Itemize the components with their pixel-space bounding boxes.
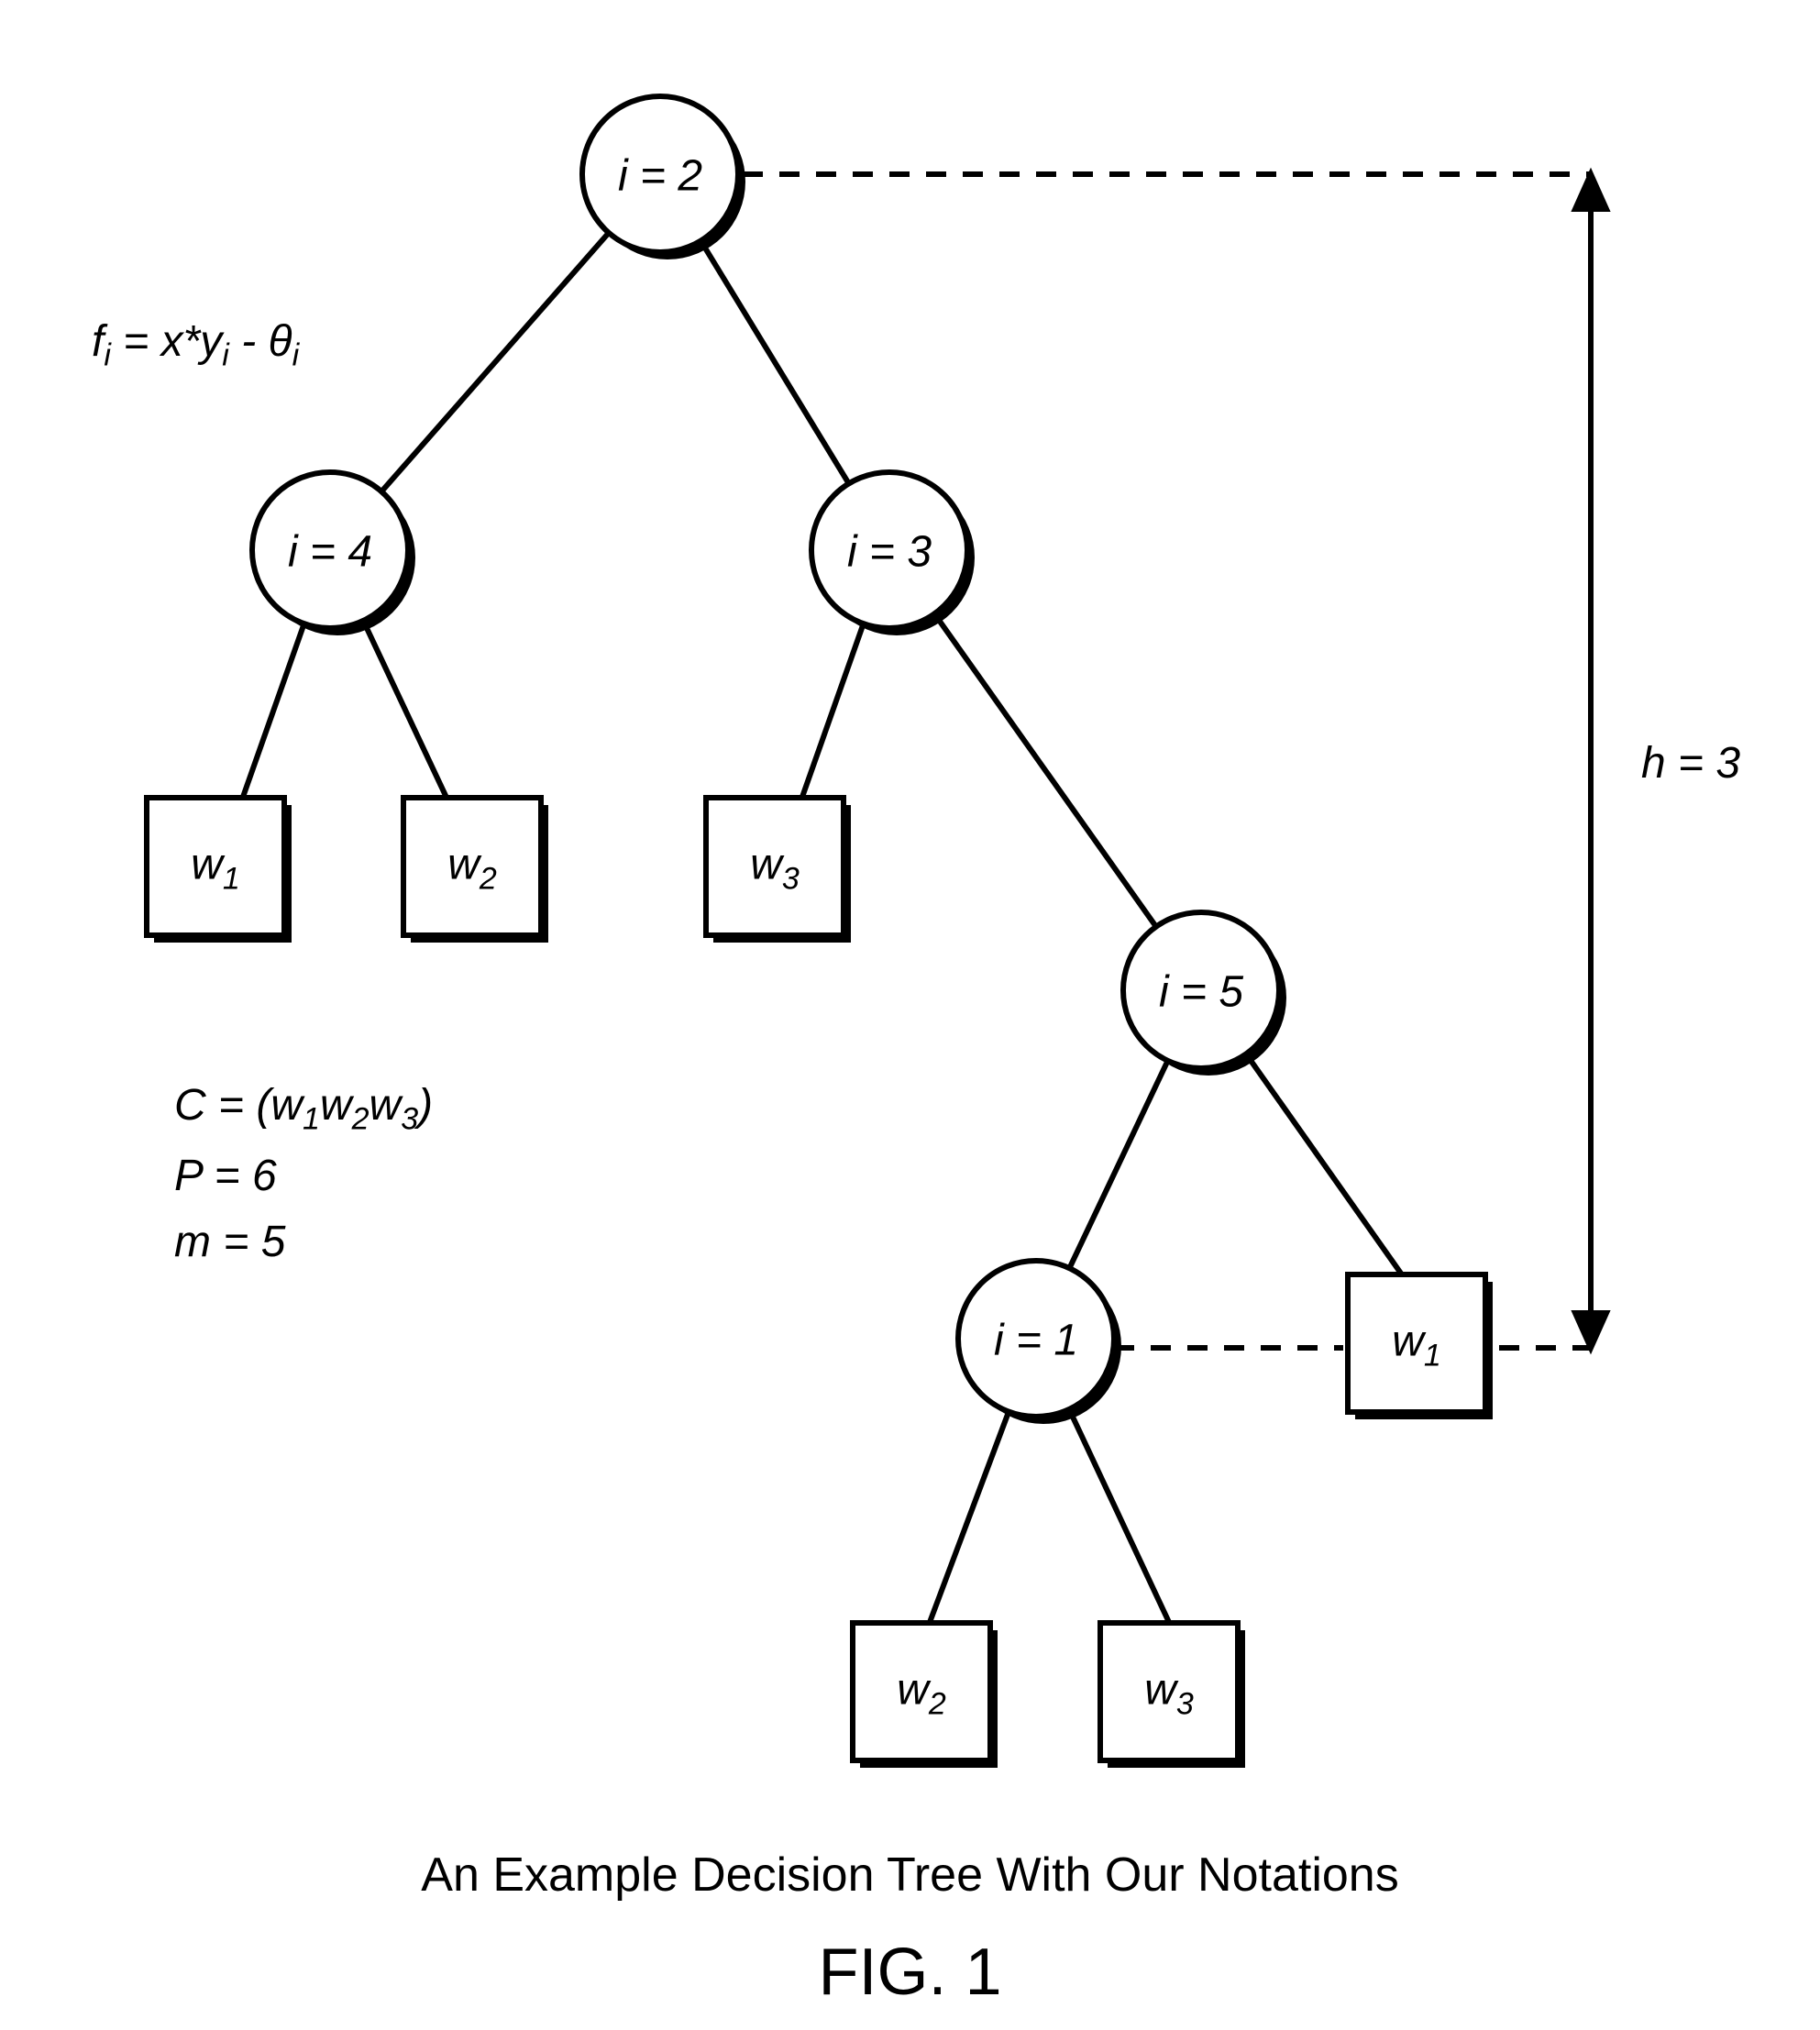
node-i5-label: i = 5 — [1159, 967, 1243, 1018]
diagram-canvas: i = 2 i = 4 i = 3 i = 5 i = 1 w1 w2 w3 w… — [0, 0, 1820, 2030]
node-i1-label: i = 1 — [994, 1316, 1078, 1366]
class-set: C = (w1w2w3) — [174, 1073, 433, 1143]
figure-caption: An Example Decision Tree With Our Notati… — [0, 1848, 1820, 1903]
notation-block: C = (w1w2w3) P = 6 m = 5 — [174, 1073, 433, 1275]
leaf-w2: w2 — [447, 840, 497, 898]
node-i2-label: i = 2 — [618, 151, 702, 202]
node-i3-label: i = 3 — [847, 527, 932, 578]
tree-svg — [0, 0, 1820, 2030]
P-value: P = 6 — [174, 1143, 433, 1209]
m-value: m = 5 — [174, 1209, 433, 1275]
figure-label: FIG. 1 — [0, 1935, 1820, 2010]
split-function-formula: fi = x*yi - θi — [92, 316, 299, 374]
leaf-w1: w1 — [191, 840, 240, 898]
leaf-w2-bottom: w2 — [897, 1665, 946, 1723]
tree-height-label: h = 3 — [1641, 738, 1740, 789]
node-i4-label: i = 4 — [288, 527, 372, 578]
leaf-w3-bottom: w3 — [1144, 1665, 1194, 1723]
leaf-w1-right: w1 — [1392, 1317, 1441, 1374]
leaf-w3: w3 — [750, 840, 800, 898]
